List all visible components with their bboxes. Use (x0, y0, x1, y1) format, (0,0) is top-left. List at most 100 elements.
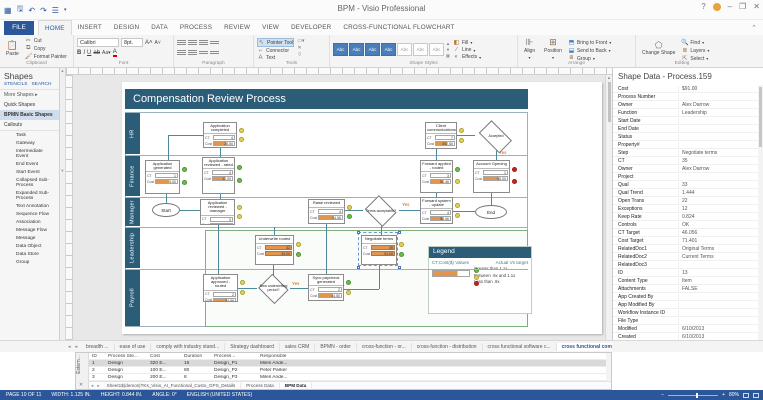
change-shape-button[interactable]: ⬠ Change Shape (639, 37, 678, 59)
flow-connector[interactable] (453, 211, 475, 212)
case-button[interactable]: Aa▾ (102, 50, 111, 56)
send-to-back-button[interactable]: ⬓Send to Back▾ (568, 47, 611, 54)
payroll-task-application-approved-routed[interactable]: Application approved - routedCT2Cost34.5… (203, 274, 238, 302)
page-tab[interactable]: cross-function - distribution (412, 343, 483, 351)
payroll-decision-new-underwriting-period[interactable]: New underwriting period? (257, 275, 290, 303)
payroll-task-sync-paycheck-generated[interactable]: Sync paycheck generatedCT2Cost34.50 (308, 274, 344, 301)
stencil-shape-item[interactable]: End Event (0, 160, 59, 168)
bullets-icon[interactable] (199, 39, 208, 46)
flow-connector[interactable] (166, 194, 167, 203)
ribbon-tab[interactable]: REVIEW (218, 20, 256, 35)
shape-data-field-value[interactable]: Original Terms (679, 246, 758, 252)
shape-data-field-value[interactable]: 6/10/2013 (679, 326, 758, 332)
ribbon-tab[interactable]: DATA (145, 20, 174, 35)
align-button[interactable]: ⊪ Align▾ (521, 37, 538, 59)
flow-connector[interactable] (491, 193, 492, 205)
col-responsible[interactable]: Responsible (257, 354, 317, 359)
paste-button[interactable]: 📋 Paste (3, 37, 22, 59)
manager-task-raise-reviewed[interactable]: Raise reviewedCT4Cost34.56 (308, 199, 345, 224)
find-button[interactable]: 🔍Find▾ (681, 39, 709, 46)
shape-data-row[interactable]: Created 6/10/2013 (613, 333, 758, 340)
shape-data-field-value[interactable]: 71.401 (679, 238, 758, 244)
connection-point-icon[interactable]: ✕ (297, 45, 304, 51)
shape-data-field-value[interactable]: 33 (679, 182, 758, 188)
drawing-page[interactable]: Compensation Review Process Legend CT,Co… (122, 82, 602, 334)
collapse-ribbon-icon[interactable]: ⌃ (751, 24, 757, 32)
status-item[interactable]: WIDTH: 1.125 IN. (51, 392, 90, 398)
hr-decision-accepted[interactable]: Accepted (475, 124, 517, 149)
external-data-scrollbar[interactable] (606, 353, 611, 382)
ribbon-tab[interactable]: DESIGN (108, 20, 145, 35)
shape-data-row[interactable]: Keep Rate 0.824 (613, 213, 758, 221)
font-name-select[interactable]: Calibri (77, 38, 119, 47)
effects-button[interactable]: ◐Effects▾ (453, 54, 481, 60)
page-tab[interactable]: sales CRM (280, 343, 315, 351)
shape-data-field-value[interactable]: 0.824 (679, 214, 758, 220)
page-tab[interactable]: breadth ... (81, 343, 115, 351)
external-data-close-icon[interactable]: ✕ (79, 382, 83, 388)
paragraph-align-icons[interactable] (177, 39, 219, 46)
account-avatar[interactable] (713, 3, 721, 11)
flow-connector[interactable] (457, 135, 475, 136)
gallery-down-icon[interactable]: ▼ (446, 47, 450, 52)
flow-connector[interactable] (238, 288, 257, 289)
stencil-shape-item[interactable]: Expanded Sub-Process (0, 189, 59, 202)
fit-page-icon[interactable] (743, 393, 749, 398)
zoom-out-icon[interactable]: − (661, 392, 664, 398)
shape-data-row[interactable]: App Created By (613, 293, 758, 301)
page-tab[interactable]: cross functional compen... (557, 343, 612, 351)
manager-task-application-reviewed-manager[interactable]: Application reviewed - managerCT3Cost165… (200, 199, 235, 225)
page-tab[interactable]: Strategy dashboard (225, 343, 280, 351)
flow-connector[interactable] (290, 288, 308, 289)
pointer-tool-button[interactable]: ↖Pointer Tool (257, 38, 294, 47)
flow-connector[interactable] (436, 149, 437, 160)
stencil-section[interactable]: Quick Shapes (0, 100, 59, 110)
shape-data-row[interactable]: Attachments FALSE (613, 285, 758, 293)
style-swatch[interactable]: Abc (429, 43, 444, 56)
shape-data-row[interactable]: File Type (613, 317, 758, 325)
shape-data-field-value[interactable]: 13 (679, 270, 758, 276)
shape-data-field-value[interactable]: 22 (679, 198, 758, 204)
shapes-panel-tab[interactable]: SEARCH (31, 82, 51, 87)
bold-button[interactable]: B (77, 50, 81, 56)
stencil-shape-item[interactable]: Sequence Flow (0, 210, 59, 218)
italic-button[interactable]: I (83, 50, 85, 56)
font-size-select[interactable]: 8pt. (121, 38, 143, 47)
zoom-level[interactable]: 80% (729, 392, 739, 398)
cut-button[interactable]: ✂Cut (25, 37, 67, 44)
shape-data-row[interactable]: RelatedDoc2 Current Terms (613, 253, 758, 261)
shape-data-row[interactable]: Controls OK (613, 221, 758, 229)
fill-button[interactable]: ◧Fill▾ (453, 39, 481, 46)
external-data-row[interactable]: 1 Design 320 E... 16 Design_P1 Miles And… (89, 360, 606, 367)
help-icon[interactable]: ? (701, 2, 705, 11)
shape-data-field-value[interactable]: 6/10/2013 (679, 334, 758, 340)
page-tab[interactable]: comply with industry stand... (151, 343, 225, 351)
drawing-viewport[interactable]: Compensation Review Process Legend CT,Co… (73, 75, 605, 340)
shape-data-field-value[interactable]: Alex Darrow (679, 166, 758, 172)
ribbon-tab[interactable]: DEVELOPER (285, 20, 337, 35)
shape-data-row[interactable]: Exceptions 12 (613, 205, 758, 213)
flow-connector[interactable] (399, 210, 420, 211)
shape-data-row[interactable]: Project (613, 173, 758, 181)
manager-end[interactable]: End (475, 205, 507, 219)
shape-data-field-value[interactable]: 1.444 (679, 190, 758, 196)
shape-data-row[interactable]: Content Type Item (613, 277, 758, 285)
external-data-row[interactable]: 3 Design 200 E... 8 Design_P3 Miles Ande… (89, 374, 606, 381)
shape-data-row[interactable]: CT 35 (613, 157, 758, 165)
flow-connector[interactable] (345, 210, 363, 211)
ribbon-tab[interactable]: PROCESS (174, 20, 218, 35)
connector-tool-button[interactable]: ⌐Connector (257, 48, 294, 54)
page-tab[interactable]: BPMN - order (315, 343, 357, 351)
style-swatch[interactable]: Abc (365, 43, 380, 56)
rectangle-tool-icon[interactable]: ▭▾ (297, 38, 304, 44)
swimlane-label-payroll[interactable]: Payroll (125, 270, 140, 326)
shape-data-field-value[interactable]: Item (679, 278, 758, 284)
page-nav-left-icon[interactable]: ◂ (66, 344, 73, 350)
copy-button[interactable]: ⧉Copy (25, 45, 67, 52)
shape-data-field-value[interactable]: Current Terms (679, 254, 758, 260)
shape-data-row[interactable]: Qual 33 (613, 181, 758, 189)
swimlane-label-finance[interactable]: Finance (125, 156, 140, 196)
external-data-row[interactable]: 2 Design 100 E... 80 Design_P2 Peter Par… (89, 367, 606, 374)
tab-file[interactable]: FILE (4, 21, 34, 35)
selection-handle[interactable] (398, 266, 401, 269)
